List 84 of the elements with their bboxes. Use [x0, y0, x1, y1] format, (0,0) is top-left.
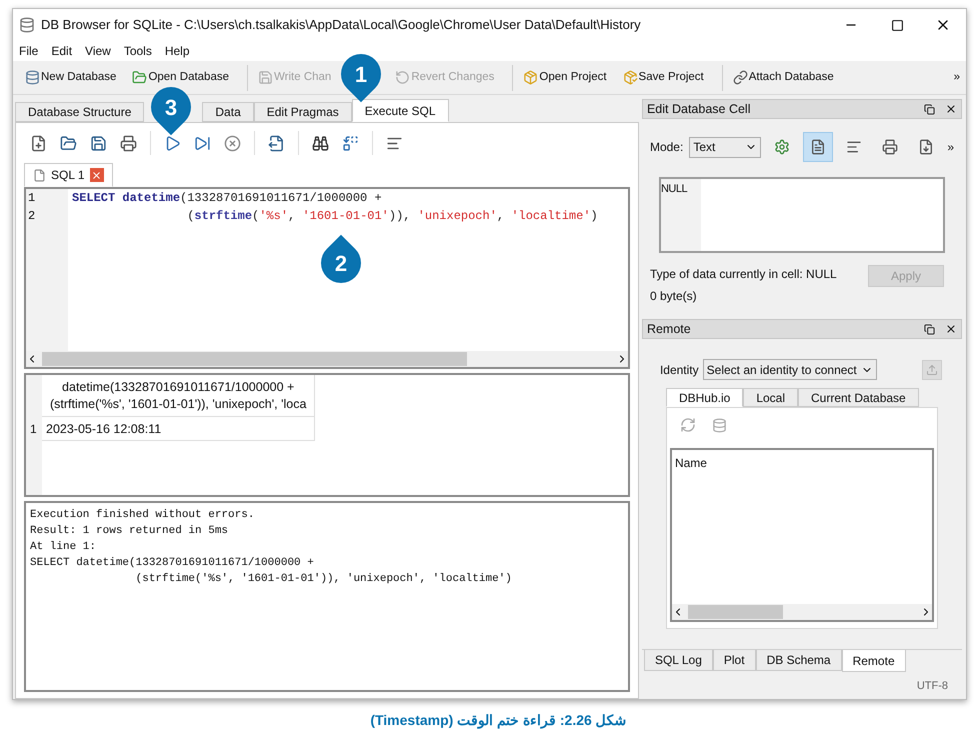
panel-title: Remote: [646, 320, 691, 338]
close-tab-icon[interactable]: [90, 168, 104, 182]
tab[interactable]: Database Structure: [15, 102, 144, 122]
code-line: (strftime('%s', '1601-01-01')), 'unixepoch', 'localtime'): [186, 208, 598, 225]
stop-icon[interactable]: [224, 134, 241, 152]
horizontal-scrollbar[interactable]: [672, 604, 932, 620]
log-line: Result: 1 rows returned in 5ms: [30, 524, 228, 539]
line-number: 1: [28, 190, 36, 207]
code-line: SELECT datetime(13328701691011671/1000000 +: [72, 190, 382, 207]
line-number: 2: [28, 208, 36, 225]
undock-icon[interactable]: [924, 324, 935, 334]
mode-dropdown[interactable]: Text: [689, 136, 762, 158]
toolbar-button[interactable]: Open Project: [519, 66, 611, 90]
figure-caption: شكل 2.26: قراءة ختم الوقت (Timestamp): [370, 711, 627, 731]
log-line: At line 1:: [30, 540, 96, 555]
database-icon: [25, 70, 40, 85]
panel-title: Edit Database Cell: [646, 100, 750, 118]
mode-label: Mode:: [650, 139, 684, 156]
menu-item[interactable]: View: [85, 42, 111, 60]
tab[interactable]: Remote: [842, 650, 906, 672]
cell-editor[interactable]: NULL: [658, 177, 945, 253]
identity-dropdown[interactable]: Select an identity to connect: [702, 359, 877, 380]
binoculars-icon[interactable]: [312, 134, 329, 152]
tab[interactable]: Execute SQL: [352, 99, 448, 122]
tab[interactable]: DBHub.io: [666, 388, 744, 407]
app-icon: [19, 17, 35, 33]
box-icon: [622, 70, 638, 85]
type-info: Type of data currently in cell: NULL: [650, 266, 837, 283]
tab[interactable]: SQL 1: [24, 163, 113, 187]
window-title: DB Browser for SQLite - C:\Users\ch.tsalkakis\AppData\Local\Google\Chrome\User Data\Default\History: [41, 16, 641, 34]
log-line: (strftime('%s', '1601-01-01')), 'unixepoch', 'localtime'): [134, 572, 512, 587]
document-icon: [810, 139, 826, 155]
undo-icon: [395, 70, 410, 85]
undock-icon[interactable]: [924, 104, 935, 114]
menu-item[interactable]: Edit: [51, 42, 72, 60]
gear-icon: [774, 139, 790, 155]
more-button[interactable]: »: [954, 68, 960, 86]
printer-icon[interactable]: [120, 134, 137, 152]
column-header: Name: [674, 455, 708, 472]
row-number: 1: [29, 421, 38, 438]
log-line: Execution finished without errors.: [30, 508, 254, 523]
lines-icon: [846, 139, 862, 155]
new-tab-icon[interactable]: [30, 134, 47, 152]
step-icon[interactable]: [194, 134, 211, 152]
log-line: SELECT datetime(13328701691011671/1000000 +: [30, 556, 314, 571]
toolbar-button[interactable]: Save Project: [618, 66, 708, 90]
close-icon[interactable]: [945, 103, 957, 115]
list-box[interactable]: Name: [670, 448, 934, 622]
printer-icon: [882, 139, 898, 155]
folder-icon: [132, 70, 148, 85]
tab[interactable]: Edit Pragmas: [254, 102, 352, 122]
menu-item[interactable]: File: [19, 42, 38, 60]
play-icon[interactable]: [164, 134, 181, 152]
tab[interactable]: Data: [202, 102, 254, 122]
horizontal-scrollbar[interactable]: [26, 351, 628, 367]
menu-item[interactable]: Help: [164, 42, 190, 60]
toolbar-button[interactable]: Open Database: [128, 66, 233, 90]
table-cell[interactable]: 2023-05-16 12:08:11: [42, 417, 316, 441]
size-info: 0 byte(s): [650, 288, 698, 305]
tab[interactable]: SQL Log: [644, 650, 713, 671]
maximize-icon: [890, 18, 904, 32]
box-icon: [523, 70, 538, 85]
close-icon: [91, 170, 102, 180]
tab[interactable]: Current Database: [798, 388, 919, 407]
replace-icon[interactable]: [342, 134, 359, 152]
link-icon: [732, 70, 748, 85]
tab[interactable]: Local: [743, 388, 798, 407]
toolbar-button[interactable]: Attach Database: [728, 66, 838, 90]
menu-item[interactable]: Tools: [124, 42, 152, 60]
folder-icon[interactable]: [60, 134, 77, 152]
export-icon[interactable]: [268, 134, 285, 152]
identity-label: Identity: [660, 362, 699, 378]
file-icon: [33, 168, 46, 182]
export-icon: [918, 139, 934, 155]
tab[interactable]: DB Schema: [756, 650, 842, 671]
tab[interactable]: Plot: [712, 650, 756, 671]
column-header[interactable]: datetime(13328701691011671/1000000 + (strftime('%s', '1601-01-01')), 'unixepoch', 'loca: [42, 375, 316, 417]
close-icon[interactable]: [945, 323, 957, 335]
upload-icon: [926, 364, 938, 376]
more-button[interactable]: »: [947, 138, 954, 156]
encoding-status: UTF-8: [916, 679, 948, 694]
toolbar-button[interactable]: New Database: [21, 66, 120, 90]
cell-value: NULL: [660, 183, 688, 195]
document-button[interactable]: [803, 132, 834, 162]
